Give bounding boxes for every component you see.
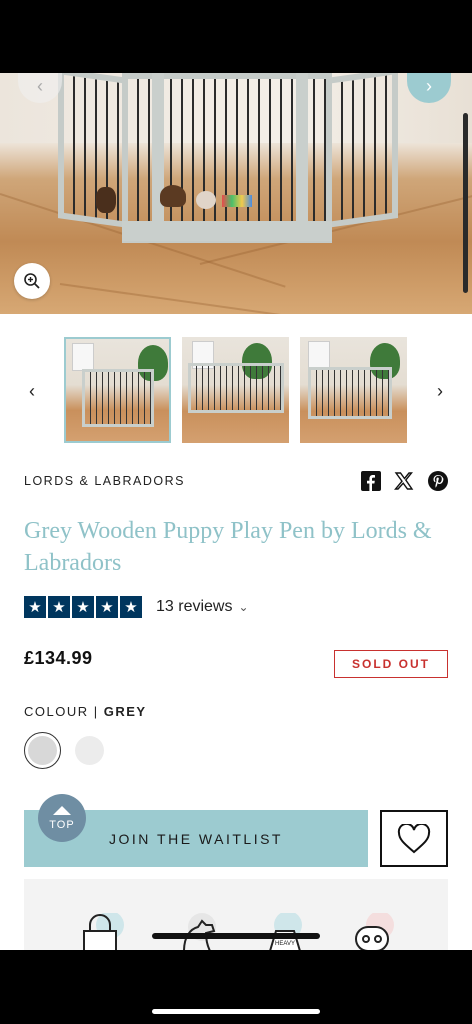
thumbnail-2[interactable] bbox=[182, 337, 289, 443]
reviews-count[interactable]: 13 reviews bbox=[156, 598, 232, 616]
top-label: TOP bbox=[49, 818, 75, 831]
pinterest-icon bbox=[428, 471, 448, 491]
share-facebook-button[interactable] bbox=[360, 470, 382, 492]
colour-selected: GREY bbox=[103, 704, 147, 719]
floor-line bbox=[59, 283, 318, 314]
x-icon bbox=[394, 472, 414, 490]
arrow-up-icon bbox=[53, 805, 71, 815]
colour-swatch-2[interactable] bbox=[75, 736, 104, 765]
colour-swatch-grey[interactable] bbox=[24, 732, 61, 769]
share-pinterest-button[interactable] bbox=[427, 470, 449, 492]
facebook-icon bbox=[361, 471, 381, 491]
dog-icon bbox=[183, 913, 216, 950]
brand-row: LORDS & LABRADORS bbox=[24, 470, 448, 494]
pen-panel bbox=[58, 73, 128, 228]
thumbnail-3[interactable] bbox=[300, 337, 407, 443]
thumb-prev-button[interactable]: ‹ bbox=[22, 381, 42, 402]
swatch-fill bbox=[28, 736, 57, 765]
wishlist-button[interactable] bbox=[380, 810, 448, 867]
sold-out-badge: SOLD OUT bbox=[334, 650, 448, 678]
puppy bbox=[96, 187, 116, 213]
product-page: ‹ › ‹ › LORDS & LABRADORS Grey Wooden Pu… bbox=[0, 73, 472, 950]
status-bar bbox=[0, 0, 472, 73]
thumbnail-carousel: ‹ › bbox=[0, 337, 472, 445]
back-to-top-button[interactable]: TOP bbox=[38, 794, 86, 842]
weight-icon: HEAVY bbox=[269, 913, 302, 950]
chevron-down-icon[interactable]: ⌄ bbox=[238, 600, 248, 614]
zoom-button[interactable] bbox=[14, 263, 50, 299]
star-icon: ★ bbox=[72, 596, 94, 618]
thumb-pen bbox=[308, 367, 392, 419]
share-x-button[interactable] bbox=[393, 470, 415, 492]
zoom-in-icon bbox=[24, 273, 40, 289]
pen-panel bbox=[326, 73, 398, 229]
heavy-label: HEAVY bbox=[275, 941, 295, 947]
product-title: Grey Wooden Puppy Play Pen by Lords & La… bbox=[24, 518, 432, 576]
chevron-right-icon: › bbox=[426, 76, 432, 96]
thumb-next-button[interactable]: › bbox=[430, 381, 450, 402]
star-icon: ★ bbox=[24, 596, 46, 618]
product-hero-image[interactable]: ‹ › bbox=[0, 73, 472, 314]
toy-mat bbox=[222, 195, 252, 207]
thumb-window bbox=[72, 343, 94, 371]
product-price: £134.99 bbox=[24, 648, 93, 668]
chevron-left-icon: ‹ bbox=[29, 381, 35, 401]
star-icon: ★ bbox=[120, 596, 142, 618]
horizontal-scroll-indicator[interactable] bbox=[152, 933, 320, 939]
thumbnail-1[interactable] bbox=[64, 337, 171, 443]
home-indicator[interactable] bbox=[152, 1009, 320, 1014]
star-rating: ★ ★ ★ ★ ★ bbox=[24, 596, 142, 618]
star-icon: ★ bbox=[96, 596, 118, 618]
heart-icon bbox=[397, 823, 431, 853]
scrollbar[interactable] bbox=[463, 113, 468, 293]
thumb-pen bbox=[82, 369, 154, 427]
robot-icon bbox=[355, 913, 394, 950]
thumb-pen bbox=[188, 363, 284, 413]
thumb-window bbox=[308, 341, 330, 369]
brand-name[interactable]: LORDS & LABRADORS bbox=[24, 474, 185, 488]
lock-icon bbox=[83, 913, 124, 950]
chevron-right-icon: › bbox=[437, 381, 443, 401]
puppy bbox=[196, 191, 216, 209]
chevron-left-icon: ‹ bbox=[37, 76, 43, 96]
pen-door bbox=[296, 73, 308, 228]
colour-label: COLOUR | GREY bbox=[24, 704, 147, 719]
star-icon: ★ bbox=[48, 596, 70, 618]
puppy bbox=[160, 185, 186, 207]
feature-icons-strip: HEAVY bbox=[24, 879, 448, 950]
rating-row[interactable]: ★ ★ ★ ★ ★ 13 reviews ⌄ bbox=[24, 596, 249, 618]
colour-label-text: COLOUR | bbox=[24, 704, 99, 719]
